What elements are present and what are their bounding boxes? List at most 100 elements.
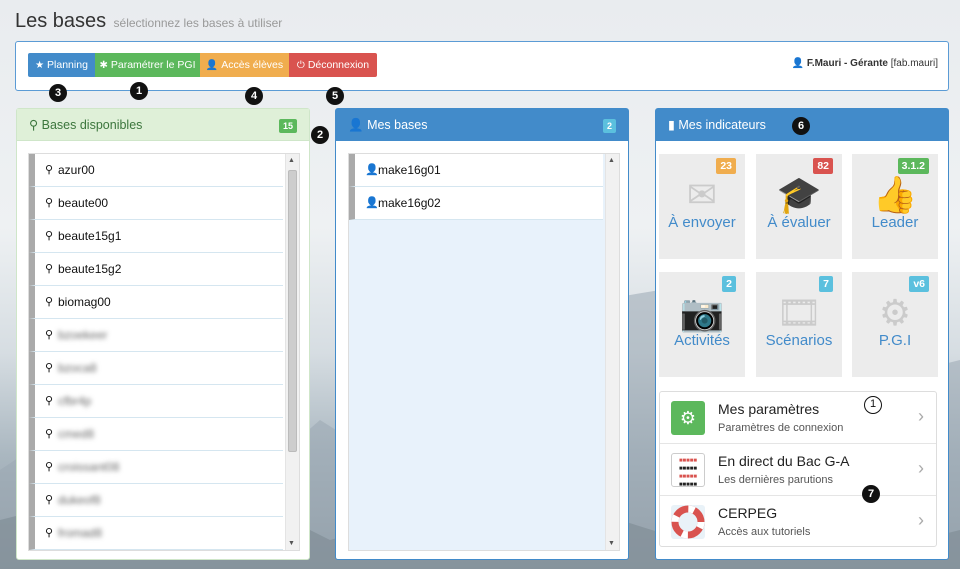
list-item-label: biomag00 [58,295,111,309]
indicator-badge: 2 [722,276,736,292]
list-item[interactable]: ⚲ croissant08 [29,451,283,484]
acces-eleves-button[interactable]: 👤 Accès élèves [200,53,289,77]
list-item[interactable]: ⚲ biomag00 [29,286,283,319]
user-info: 👤 F.Mauri - Gérante [fab.mauri] [792,58,938,69]
user-login: [fab.mauri] [890,58,938,69]
graduation-cap-icon: 🎓 [776,174,822,215]
deconnexion-button[interactable]: ⏻ Déconnexion [289,53,377,77]
top-toolbar: ★ Planning ✱ Paramétrer le PGI 👤 Accès élèv… [15,41,949,91]
bases-disponibles-panel: ⚲ Bases disponibles 15 ⚲ azur00 ⚲ beaute00 ⚲… [16,108,310,560]
menu-item-title: Mes paramètres [718,401,820,417]
scrollbar[interactable]: ▲ ▼ [605,154,619,550]
map-marker-icon: ⚲ [29,118,39,132]
indicator-tile[interactable]: 🎓 À évaluer 82 [756,154,842,259]
deconnexion-label: Déconnexion [307,59,370,71]
planning-button[interactable]: ★ Planning [28,53,95,77]
indicateurs-menu: ⚙ Mes paramètres Paramètres de connexion… [659,391,937,547]
list-item[interactable]: 👤 make16g01 [349,154,603,187]
user-icon: 👤 [348,118,364,132]
pgi-label: Paramétrer le PGI [110,59,196,71]
mes-bases-count: 2 [602,119,616,133]
planning-label: Planning [47,59,88,71]
scroll-up-icon[interactable]: ▲ [608,157,615,164]
mes-bases-panel: 👤 Mes bases 2 👤 make16g01 👤 make16g02 ▲ ▼ [335,108,629,560]
map-marker-icon: ⚲ [45,362,54,374]
video-file-icon: 🎞 [776,292,822,333]
list-item-label: beaute00 [58,196,109,210]
indicator-tile[interactable]: 🎞 Scénarios 7 [756,272,842,377]
list-item-label: bzoekeer [58,328,108,342]
menu-item-subtitle: Accès aux tutoriels [718,526,811,538]
chevron-right-icon: › [918,510,924,530]
list-item-label: beaute15g1 [58,229,122,243]
marker-6: 6 [792,117,810,135]
eleves-label: Accès élèves [221,59,284,71]
indicator-badge: 7 [819,276,833,292]
marker-5: 5 [326,87,344,105]
user-icon: 👤 [791,58,805,69]
scrollbar-thumb[interactable] [288,170,297,452]
user-icon: 👤 [205,60,219,71]
list-item[interactable]: ⚲ azur00 [29,154,283,187]
indicator-tile[interactable]: ⚙ P.G.I v6 [852,272,938,377]
menu-item-title: CERPEG [718,505,778,521]
map-marker-icon: ⚲ [45,461,54,473]
scroll-up-icon[interactable]: ▲ [288,157,295,164]
list-item[interactable]: ⚲ beaute00 [29,187,283,220]
marker-1: 1 [130,82,148,100]
map-marker-icon: ⚲ [45,494,54,506]
page-title: Les bases [15,10,107,32]
star-icon: ★ [35,60,45,71]
menu-item-bac-ga[interactable]: ■■■■■ ■■■■■ ■■■■■ ■■■■■ En direct du Bac G-… [660,444,936,496]
indicator-badge: 3.1.2 [897,158,929,174]
page-header: Les bases sélectionnez les bases à utili… [15,10,282,33]
list-item[interactable]: ⚲ dukeof8 [29,484,283,517]
scroll-down-icon[interactable]: ▼ [608,540,615,547]
menu-item-title: En direct du Bac G-A [718,453,850,469]
list-item[interactable]: ⚲ cmed8 [29,418,283,451]
bac-ga-logo-icon: ■■■■■ ■■■■■ ■■■■■ ■■■■■ [671,453,705,487]
list-item[interactable]: ⚲ beaute15g2 [29,253,283,286]
parametrer-pgi-button[interactable]: ✱ Paramétrer le PGI [95,53,200,77]
indicator-tile[interactable]: 👍 Leader 3.1.2 [852,154,938,259]
scroll-down-icon[interactable]: ▼ [288,540,295,547]
indicator-tile-label: À évaluer [767,214,831,231]
bases-disponibles-count: 15 [278,119,297,133]
lifebuoy-icon [671,505,705,539]
list-item-label: cfbr4p [58,394,92,408]
indicator-tile-label: Leader [871,214,919,231]
list-item-label: make16g02 [378,196,441,210]
bar-chart-icon: ▮ [668,118,675,132]
list-item[interactable]: ⚲ bzoca8 [29,352,283,385]
list-item[interactable]: ⚲ beaute15g1 [29,220,283,253]
list-item-label: azur00 [58,163,95,177]
menu-item-subtitle: Les dernières parutions [718,474,833,486]
map-marker-icon: ⚲ [45,428,54,440]
menu-item-mes-parametres[interactable]: ⚙ Mes paramètres Paramètres de connexion… [660,392,936,444]
camera-icon: 📷 [679,292,725,333]
user-icon: 👤 [365,197,379,209]
mes-indicateurs-panel: ▮ Mes indicateurs ✉ À envoyer 23 🎓 À évaluer… [655,108,949,560]
list-item-label: bzoca8 [58,361,97,375]
list-item[interactable]: 👤 make16g02 [349,187,603,220]
chevron-right-icon: › [918,406,924,426]
indicator-tile[interactable]: 📷 Activités 2 [659,272,745,377]
menu-item-cerpeg[interactable]: CERPEG Accès aux tutoriels › [660,496,936,548]
indicator-badge: v6 [909,276,929,292]
list-item[interactable]: ⚲ fromad8 [29,517,283,550]
user-name: F.Mauri - Gérante [806,58,888,69]
marker-3: 3 [49,84,67,102]
list-item[interactable]: ⚲ bzoekeer [29,319,283,352]
scrollbar[interactable]: ▲ ▼ [285,154,299,550]
list-item[interactable]: ⚲ cfbr4p [29,385,283,418]
map-marker-icon: ⚲ [45,296,54,308]
list-item-label: fromad8 [58,526,103,540]
menu-item-subtitle: Paramètres de connexion [718,422,844,434]
mes-bases-list[interactable]: 👤 make16g01 👤 make16g02 ▲ ▼ [348,153,620,551]
marker-circle-1: 1 [864,396,882,414]
indicator-tile[interactable]: ✉ À envoyer 23 [659,154,745,259]
marker-4: 4 [245,87,263,105]
map-marker-icon: ⚲ [45,329,54,341]
bases-disponibles-list[interactable]: ⚲ azur00 ⚲ beaute00 ⚲ beaute15g1 ⚲ beaute15g2 ⚲ b… [28,153,300,551]
user-icon: 👤 [365,164,379,176]
